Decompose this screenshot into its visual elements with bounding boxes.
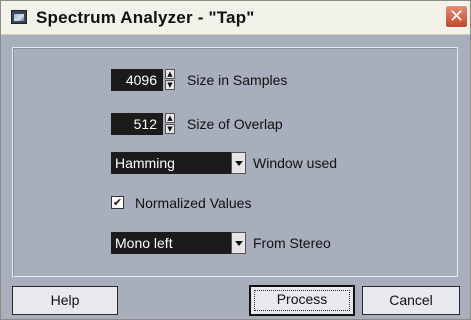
window-title: Spectrum Analyzer - "Tap"	[36, 8, 255, 27]
size-in-samples-stepper[interactable]: ▲ ▼	[165, 69, 175, 91]
size-of-overlap-label: Size of Overlap	[187, 116, 283, 132]
close-button[interactable]: ✕	[445, 5, 468, 28]
cancel-button[interactable]: Cancel	[362, 286, 460, 315]
normalized-values-row: ✔ Normalized Values	[111, 192, 311, 214]
close-icon: ✕	[448, 6, 465, 27]
window-used-select[interactable]: Hamming	[111, 152, 246, 174]
from-stereo-row: Mono left From Stereo	[111, 232, 391, 254]
dialog-body: 4096 ▲ ▼ Size in Samples 512 ▲ ▼ Size of…	[1, 35, 470, 319]
focus-ring	[254, 290, 350, 311]
app-icon-graphic	[14, 14, 24, 21]
size-of-overlap-stepper[interactable]: ▲ ▼	[165, 113, 175, 135]
spectrum-analyzer-icon	[11, 10, 27, 24]
window-used-label: Window used	[253, 155, 338, 171]
spin-up-icon[interactable]: ▲	[165, 69, 175, 79]
size-in-samples-row: 4096 ▲ ▼ Size in Samples	[111, 69, 351, 91]
normalized-values-label[interactable]: Normalized Values	[135, 192, 251, 214]
spin-down-icon[interactable]: ▼	[165, 80, 175, 90]
chevron-down-icon[interactable]	[231, 152, 246, 174]
size-of-overlap-field[interactable]: 512	[111, 113, 163, 135]
chevron-down-icon[interactable]	[231, 232, 246, 254]
window-used-value: Hamming	[115, 155, 175, 171]
spin-down-icon[interactable]: ▼	[165, 124, 175, 134]
spin-up-icon[interactable]: ▲	[165, 113, 175, 123]
process-button[interactable]: Process	[249, 285, 355, 316]
from-stereo-value: Mono left	[115, 235, 173, 251]
size-in-samples-field[interactable]: 4096	[111, 69, 163, 91]
from-stereo-select[interactable]: Mono left	[111, 232, 246, 254]
spectrum-analyzer-dialog: Spectrum Analyzer - "Tap" ✕ 4096 ▲ ▼ Siz…	[0, 0, 471, 320]
help-button[interactable]: Help	[12, 286, 118, 315]
from-stereo-label: From Stereo	[253, 235, 331, 251]
size-in-samples-label: Size in Samples	[187, 72, 288, 88]
size-of-overlap-row: 512 ▲ ▼ Size of Overlap	[111, 113, 351, 135]
window-used-row: Hamming Window used	[111, 152, 391, 174]
normalized-values-checkbox[interactable]: ✔	[111, 196, 124, 209]
title-bar[interactable]: Spectrum Analyzer - "Tap" ✕	[1, 1, 470, 35]
